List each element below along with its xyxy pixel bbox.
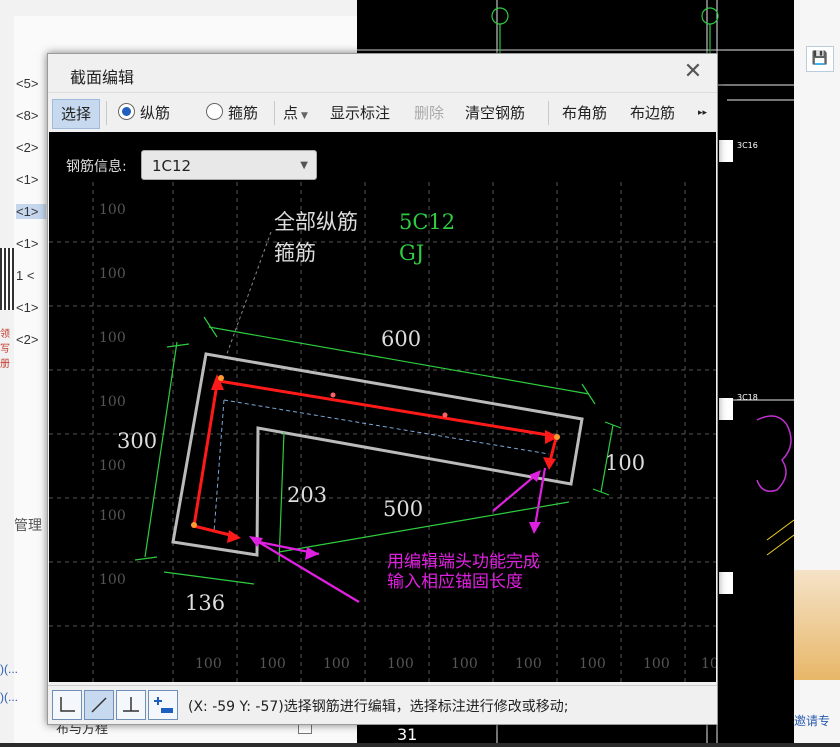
dialog-titlebar[interactable]: 截面编辑 ✕ — [48, 54, 717, 92]
bg-list-item[interactable]: <8> — [16, 108, 38, 123]
grid-label: 100 — [387, 656, 414, 672]
grid-label: 100 — [259, 656, 286, 672]
grid-label: 100 — [195, 656, 222, 672]
grid-label: 100 — [99, 394, 126, 410]
chevron-down-icon: ▼ — [301, 111, 308, 121]
bg-list-item[interactable]: <1> — [16, 300, 38, 315]
dim-600[interactable]: 600 — [381, 327, 421, 351]
cad-label: 3C18 — [737, 393, 758, 402]
bg-link[interactable]: )(... — [0, 662, 18, 676]
rebar-info-select[interactable]: 1C12 ▼ — [141, 150, 317, 180]
dialog-title: 截面编辑 — [70, 68, 135, 87]
grid-label: 100 — [99, 572, 126, 588]
qr-code-image — [0, 248, 14, 310]
legend-longitudinal-value: 5C12 — [399, 210, 455, 234]
section-drawing: 100 100 100 100 100 100 100 100 100 100 … — [49, 182, 716, 682]
legend-longitudinal-name: 全部纵筋 — [274, 210, 358, 234]
grid-label: 100 — [323, 656, 350, 672]
dialog-statusbar: (X: -59 Y: -57)选择钢筋进行编辑，选择标注进行修改或移动; — [48, 685, 717, 724]
bg-red-text: 册 — [0, 359, 10, 370]
grid-label: 100 — [515, 656, 542, 672]
point-dropdown[interactable]: 点 ▼ — [283, 101, 308, 125]
chevron-down-icon: ▼ — [300, 160, 308, 171]
grid-label: 100 — [99, 330, 126, 346]
grid-label: 100 — [451, 656, 478, 672]
legend-stirrup-value: GJ — [399, 241, 424, 265]
bg-list-item[interactable]: 1 < — [16, 268, 34, 283]
radio-empty-icon — [206, 103, 223, 120]
toolbar-divider — [548, 101, 549, 125]
ad-banner — [794, 570, 840, 680]
radio-selected-icon — [118, 103, 135, 120]
save-icon[interactable]: 💾 — [806, 46, 834, 72]
annotation-line2: 输入相应锚固长度 — [387, 572, 523, 592]
grid-label: 100 — [643, 656, 670, 672]
bg-list-item[interactable]: <2> — [16, 140, 38, 155]
line-mode-icon[interactable] — [84, 690, 114, 720]
select-button[interactable]: 选择 — [52, 99, 100, 129]
bg-manage-label[interactable]: 管理 — [14, 515, 42, 535]
stirrup-label: 箍筋 — [228, 104, 259, 122]
bg-red-text: 领 — [0, 329, 10, 340]
toolbar-divider — [274, 101, 275, 125]
svg-text:31: 31 — [397, 725, 417, 743]
dim-100[interactable]: 100 — [605, 451, 645, 475]
point-label: 点 — [283, 104, 299, 122]
status-text: (X: -59 Y: -57)选择钢筋进行编辑，选择标注进行修改或移动; — [188, 699, 569, 715]
grid-label: 100 — [579, 656, 606, 672]
grid-label: 100 — [99, 266, 126, 282]
bg-list-item[interactable]: <2> — [16, 332, 38, 347]
invite-link[interactable]: 邀请专 — [794, 712, 830, 729]
grid-label: 100 — [99, 202, 126, 218]
dim-500[interactable]: 500 — [383, 497, 423, 521]
section-edit-dialog: 截面编辑 ✕ 选择 纵筋 箍筋 点 ▼ 显示标注 删除 清空钢筋 布角筋 布边筋 … — [47, 53, 718, 725]
section-canvas[interactable]: 100 100 100 100 100 100 100 100 100 100 … — [49, 132, 716, 682]
dialog-toolbar: 选择 纵筋 箍筋 点 ▼ 显示标注 删除 清空钢筋 布角筋 布边筋 ▸▸ — [48, 92, 717, 133]
rebar-info-value: 1C12 — [152, 157, 192, 175]
corner-rebar-button[interactable]: 布角筋 — [562, 101, 607, 125]
clear-rebar-button[interactable]: 清空钢筋 — [465, 101, 525, 125]
longitudinal-label: 纵筋 — [140, 104, 171, 122]
dim-136[interactable]: 136 — [185, 591, 225, 615]
delete-button[interactable]: 删除 — [414, 101, 444, 125]
toolbar-divider — [106, 101, 107, 125]
dim-203[interactable]: 203 — [287, 483, 327, 507]
bg-list-item[interactable]: <5> — [16, 76, 38, 91]
bg-link[interactable]: )(... — [0, 690, 18, 704]
grid-label: 100 — [99, 508, 126, 524]
longitudinal-radio[interactable]: 纵筋 — [118, 101, 170, 125]
cad-label: 3C16 — [737, 141, 758, 150]
add-dimension-icon[interactable] — [148, 690, 178, 720]
grid-label: 10 — [701, 656, 716, 672]
bg-list-item-selected[interactable]: <1> — [16, 204, 46, 219]
bg-list-item[interactable]: <1> — [16, 172, 38, 187]
perpendicular-mode-icon[interactable] — [116, 690, 146, 720]
annotation-line1: 用编辑端头功能完成 — [387, 552, 540, 572]
dim-300[interactable]: 300 — [117, 429, 157, 453]
rebar-info-label: 钢筋信息: — [66, 159, 127, 175]
edge-rebar-button[interactable]: 布边筋 — [630, 101, 675, 125]
bg-red-text: 写 — [0, 344, 10, 355]
stirrup-radio[interactable]: 箍筋 — [206, 101, 258, 125]
show-label-button[interactable]: 显示标注 — [330, 101, 390, 125]
legend-stirrup-name: 箍筋 — [274, 241, 316, 265]
grid-label: 100 — [99, 458, 126, 474]
close-icon[interactable]: ✕ — [680, 60, 706, 86]
bg-list-item[interactable]: <1> — [16, 236, 38, 251]
orthogonal-mode-icon[interactable] — [52, 690, 82, 720]
toolbar-overflow-icon[interactable]: ▸▸ — [698, 101, 707, 125]
